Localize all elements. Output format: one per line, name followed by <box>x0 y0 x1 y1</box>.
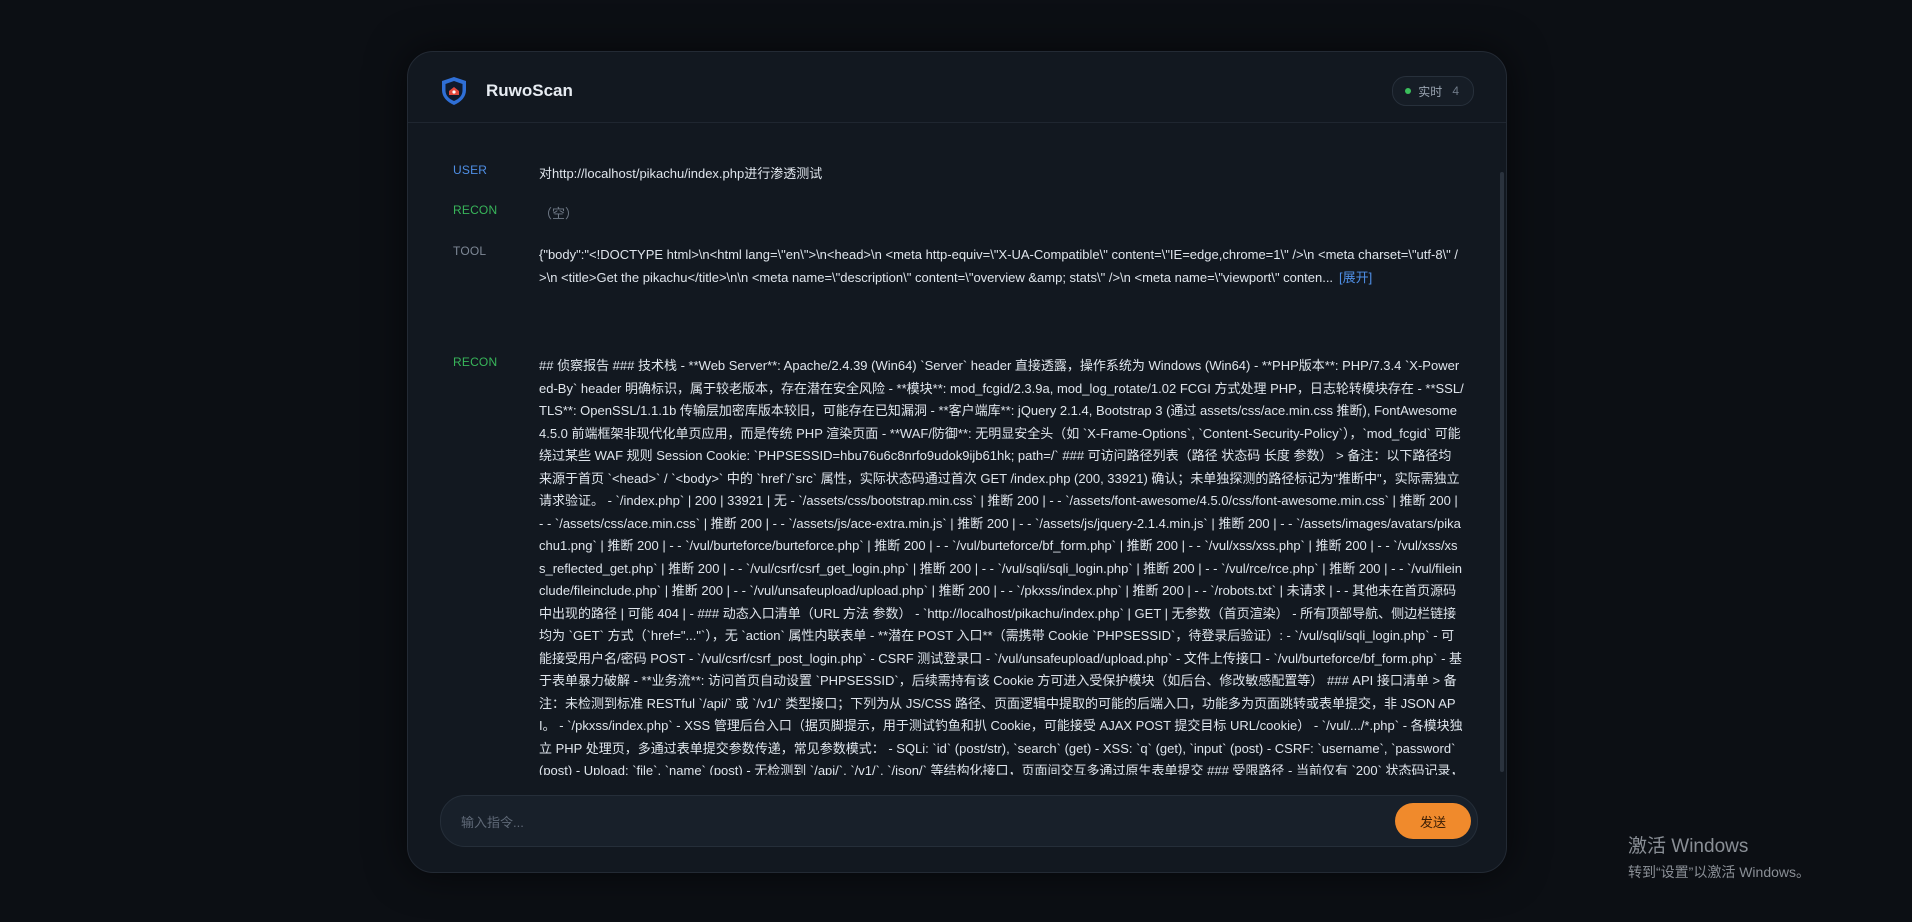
tool-output-text: {"body":"<!DOCTYPE html>\n<html lang=\"e… <box>539 247 1459 285</box>
message-scrollbar[interactable] <box>1500 172 1504 772</box>
command-input[interactable] <box>459 796 1363 848</box>
send-button[interactable]: 发送 <box>1395 803 1471 839</box>
message-content: （空） <box>539 206 579 221</box>
message-content: 对http://localhost/pikachu/index.php进行渗透测… <box>539 166 823 181</box>
chat-window: RuwoScan 实时 4 USER 对http://localhost/pik… <box>407 51 1507 873</box>
status-dot-icon <box>1405 88 1412 94</box>
message-content: ## 侦察报告 ### 技术栈 - **Web Server**: Apache… <box>539 358 1464 775</box>
app-title: RuwoScan <box>486 81 573 100</box>
windows-activation-watermark: 激活 Windows 转到“设置”以激活 Windows。 <box>1628 831 1810 882</box>
message-role: RECON <box>453 355 498 369</box>
realtime-status-badge: 实时 4 <box>1392 76 1474 106</box>
watermark-subtitle: 转到“设置”以激活 Windows。 <box>1628 864 1811 880</box>
status-count: 4 <box>1452 84 1459 98</box>
message-list[interactable]: USER 对http://localhost/pikachu/index.php… <box>408 123 1498 775</box>
app-header: RuwoScan 实时 4 <box>408 52 1506 123</box>
message-content: {"body":"<!DOCTYPE html>\n<html lang=\"e… <box>539 244 1464 289</box>
shield-logo-icon <box>442 77 466 105</box>
watermark-title: 激活 Windows <box>1628 836 1749 857</box>
status-label: 实时 <box>1418 84 1443 99</box>
expand-link[interactable]: [展开] <box>1339 270 1372 285</box>
command-composer: 发送 <box>440 795 1478 848</box>
message-role: RECON <box>453 203 498 217</box>
message-role: USER <box>453 163 488 177</box>
message-role: TOOL <box>453 244 487 258</box>
